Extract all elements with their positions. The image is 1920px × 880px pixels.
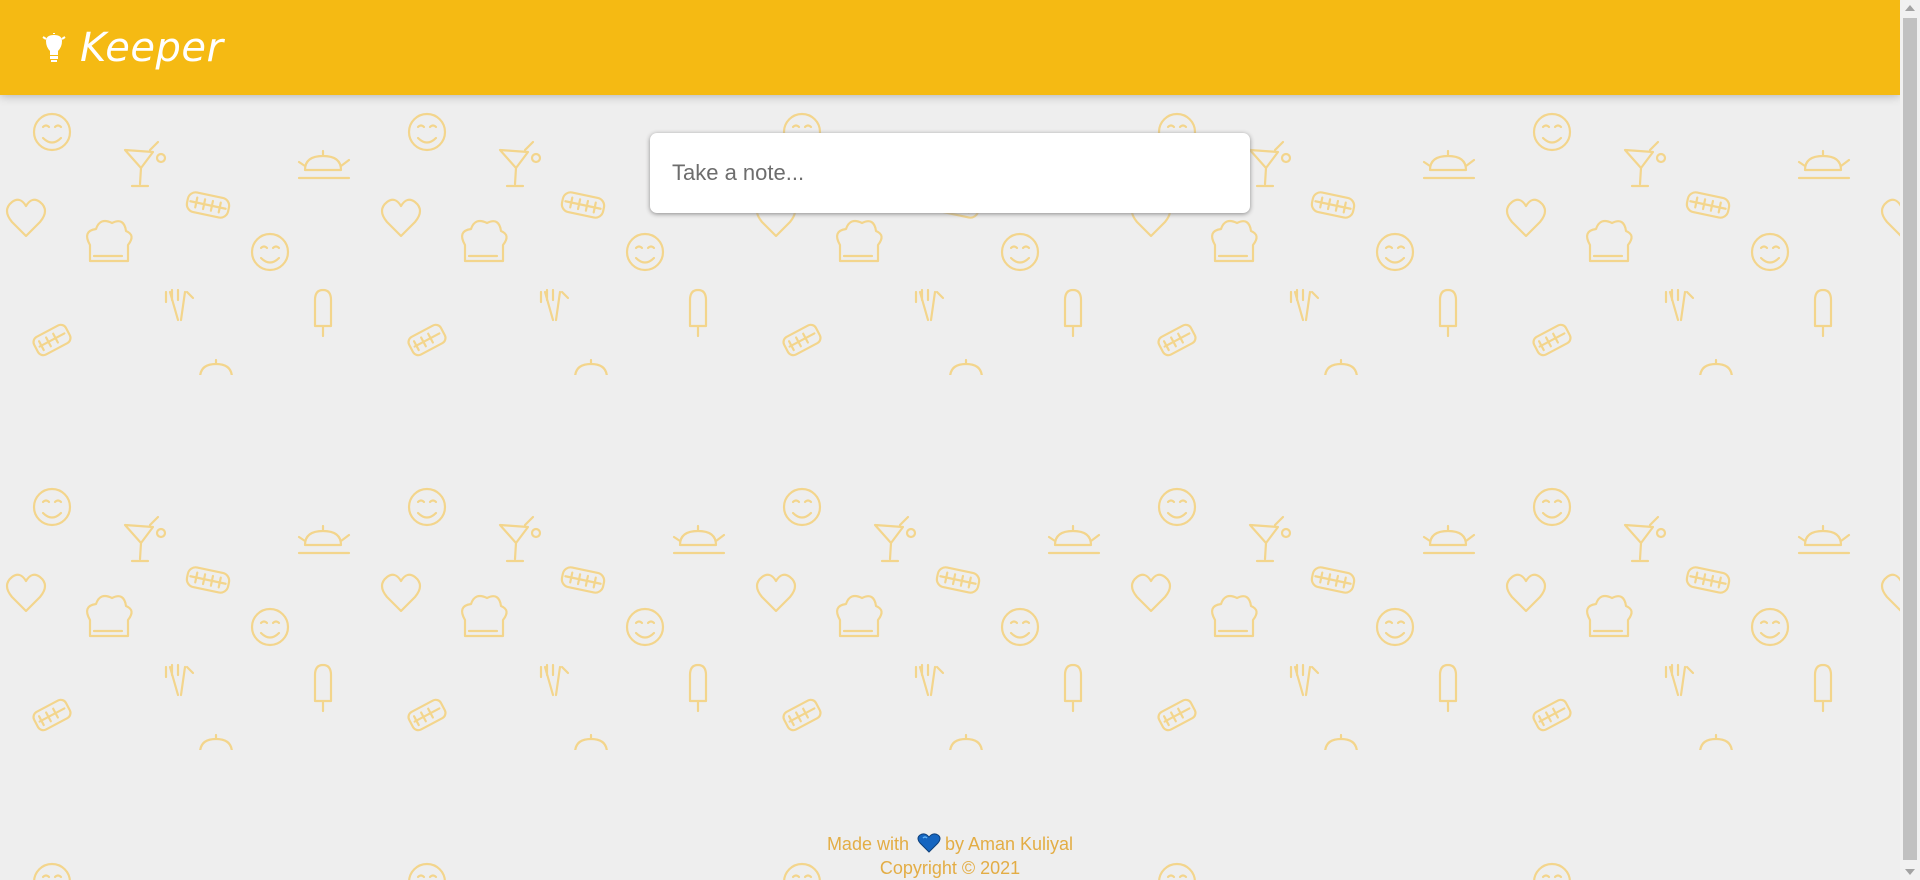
- footer-credit-line: Made with by Aman Kuliyal: [0, 832, 1900, 856]
- made-with-label: Made with: [826, 834, 909, 854]
- copyright-text: Copyright © 2021: [879, 858, 1021, 878]
- create-note-form: [650, 133, 1250, 213]
- background-doodle-pattern: [0, 0, 1900, 880]
- take-note-input[interactable]: [650, 133, 1250, 213]
- scrollbar-thumb[interactable]: [1903, 18, 1917, 860]
- app-header: Keeper: [0, 0, 1900, 95]
- author-label: by Aman Kuliyal: [944, 834, 1074, 854]
- lightbulb-icon: [42, 32, 66, 62]
- app-title: Keeper: [80, 24, 224, 71]
- page-footer: Made with by Aman Kuliyal Copyright © 20…: [0, 832, 1900, 880]
- vertical-scrollbar[interactable]: [1900, 0, 1920, 880]
- scroll-up-arrow-icon[interactable]: [1905, 5, 1915, 11]
- blue-heart-icon: [917, 833, 941, 853]
- scroll-down-arrow-icon[interactable]: [1905, 869, 1915, 875]
